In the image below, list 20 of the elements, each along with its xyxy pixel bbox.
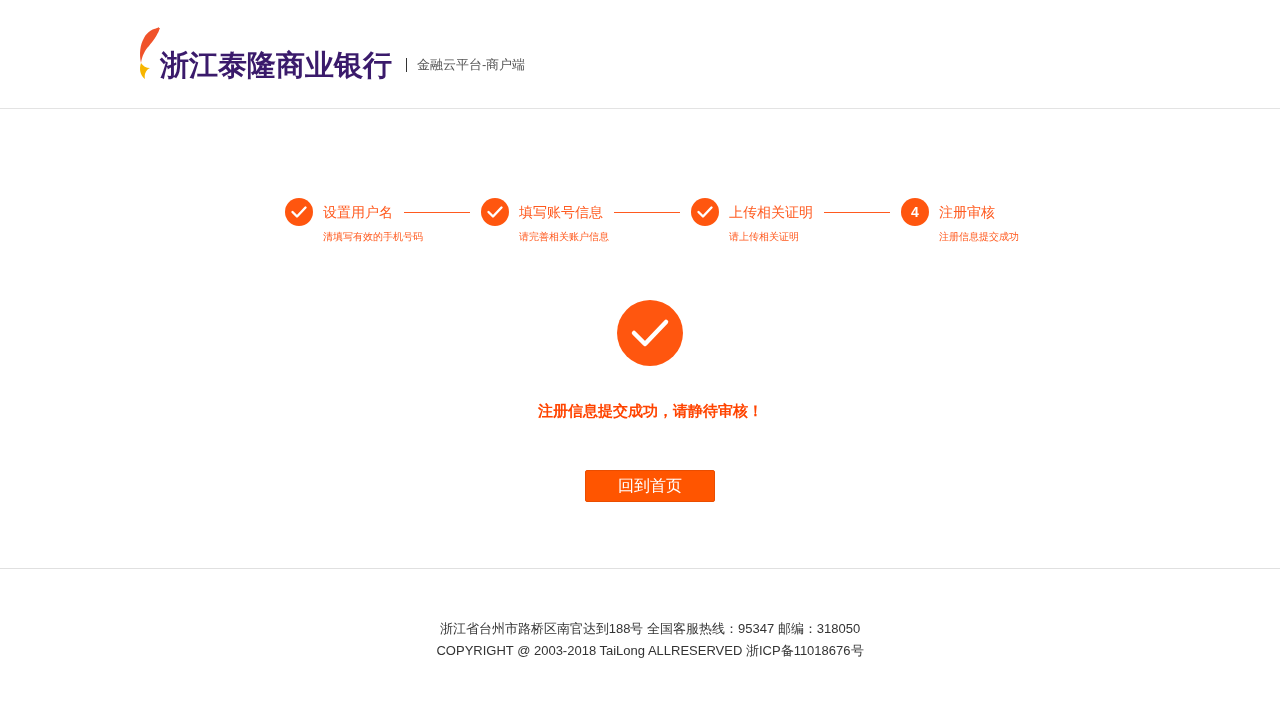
step-title: 上传相关证明 — [729, 203, 813, 222]
platform-label: 金融云平台-商户端 — [417, 57, 526, 73]
bank-name: 浙江泰隆商业银行 — [160, 50, 392, 80]
step-connector — [614, 211, 680, 213]
step-subtitle: 注册信息提交成功 — [939, 231, 1019, 243]
step-title: 填写账号信息 — [519, 203, 603, 222]
step-subtitle: 清填写有效的手机号码 — [323, 231, 423, 243]
footer-text: COPYRIGHT @ 2003-2018 TaiLong ALLRESERVED 浙ICP备11018676号 — [436, 642, 864, 660]
step-title: 设置用户名 — [323, 203, 393, 222]
step-number: 4 — [901, 198, 929, 226]
footer-text: 浙江省台州市路桥区南官达到188号 全国客服热线：95347 邮编：318050 — [439, 620, 861, 638]
step-connector — [404, 211, 470, 213]
success-message: 注册信息提交成功，请静待审核！ — [537, 401, 763, 421]
logo-icon — [138, 27, 160, 79]
step-connector — [824, 211, 890, 213]
step-title: 注册审核 — [939, 203, 995, 222]
step-subtitle: 请完善相关账户信息 — [519, 231, 609, 243]
home-button[interactable]: 回到首页 — [585, 470, 715, 502]
step-subtitle: 请上传相关证明 — [729, 231, 799, 243]
success-check-icon — [617, 300, 683, 366]
